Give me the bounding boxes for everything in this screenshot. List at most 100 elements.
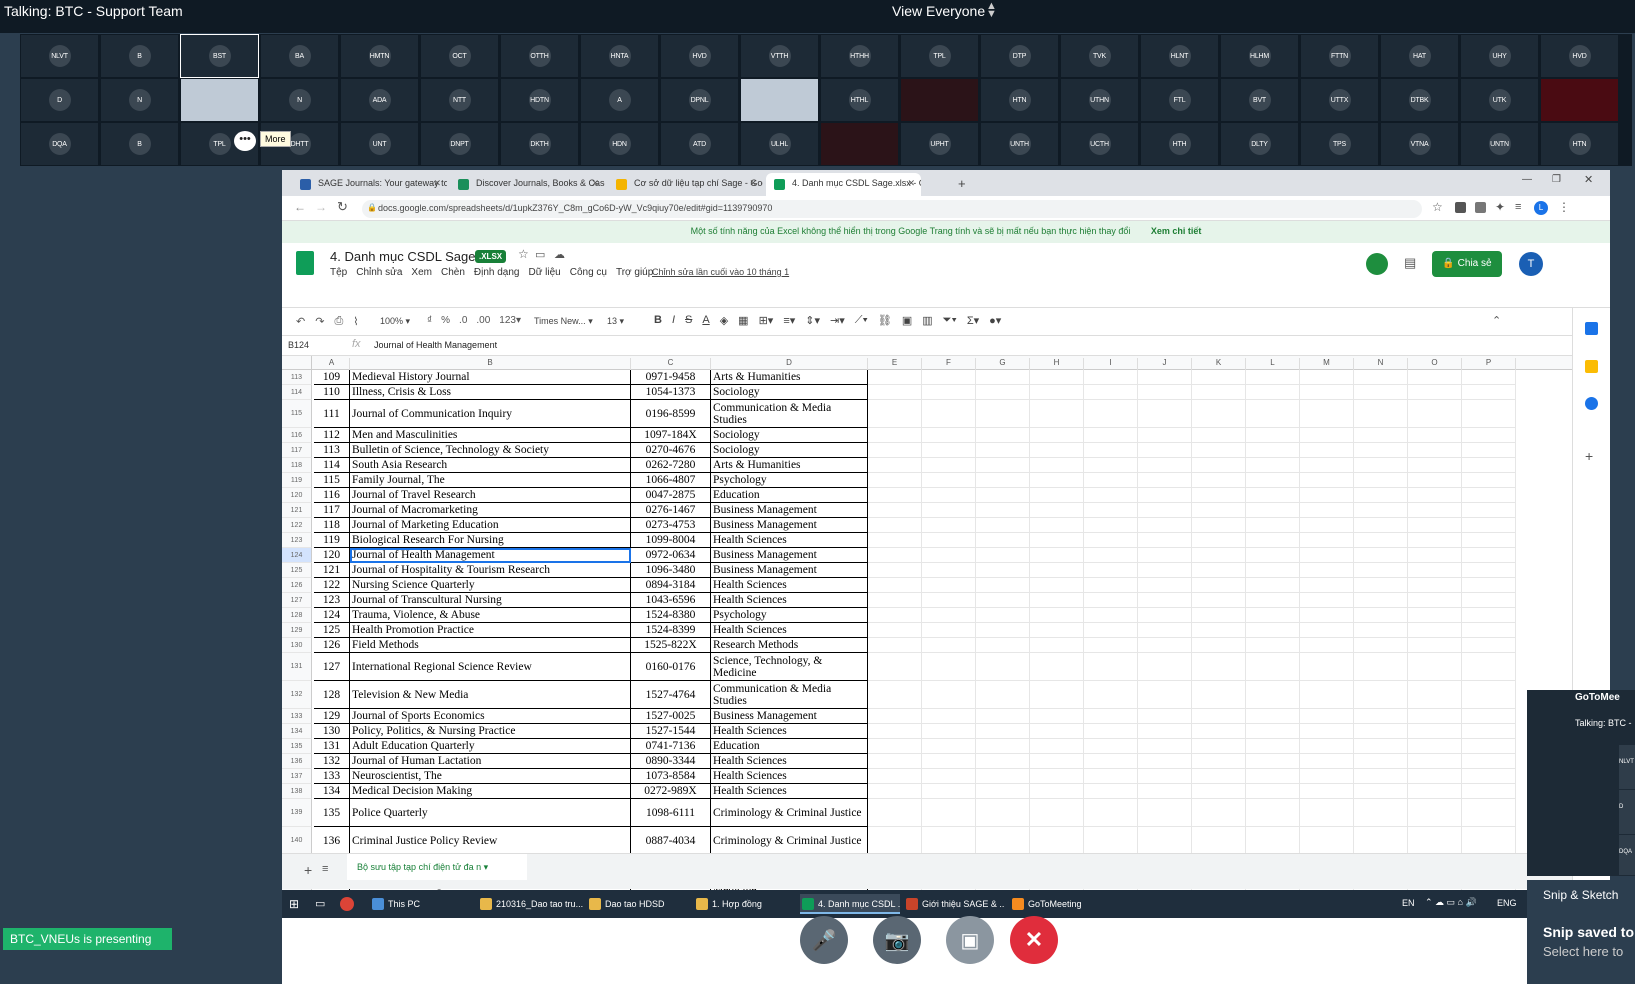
- cloud-icon[interactable]: ☁: [554, 248, 565, 261]
- empty-cell[interactable]: [868, 533, 922, 548]
- empty-cell[interactable]: [1246, 473, 1300, 488]
- empty-cell[interactable]: [922, 443, 976, 458]
- empty-cell[interactable]: [1246, 563, 1300, 578]
- empty-cell[interactable]: [1084, 503, 1138, 518]
- cell-subject[interactable]: Criminology & Criminal Justice: [711, 827, 868, 855]
- empty-cell[interactable]: [1030, 473, 1084, 488]
- empty-cell[interactable]: [1354, 799, 1408, 827]
- cell-no[interactable]: 110: [314, 385, 350, 400]
- cell-subject[interactable]: Health Sciences: [711, 724, 868, 739]
- column-header[interactable]: G: [976, 358, 1030, 370]
- cell-title[interactable]: Journal of Travel Research: [350, 488, 631, 503]
- empty-cell[interactable]: [1246, 681, 1300, 709]
- cell-no[interactable]: 116: [314, 488, 350, 503]
- participant-tile[interactable]: BST: [180, 34, 259, 78]
- cell-title[interactable]: Medical Decision Making: [350, 784, 631, 799]
- empty-cell[interactable]: [1300, 593, 1354, 608]
- empty-cell[interactable]: [1462, 608, 1516, 623]
- menu-item[interactable]: Dữ liệu: [528, 267, 560, 278]
- close-icon[interactable]: ✕: [433, 178, 441, 189]
- empty-cell[interactable]: [1138, 754, 1192, 769]
- participant-tile[interactable]: VTNA: [1380, 122, 1459, 166]
- empty-cell[interactable]: [868, 400, 922, 428]
- empty-cell[interactable]: [1354, 709, 1408, 724]
- column-header[interactable]: H: [1030, 358, 1084, 370]
- participant-tile[interactable]: HTN: [1540, 122, 1619, 166]
- participant-tile[interactable]: [180, 78, 259, 122]
- cell-no[interactable]: 114: [314, 458, 350, 473]
- empty-cell[interactable]: [868, 769, 922, 784]
- empty-cell[interactable]: [1462, 754, 1516, 769]
- empty-cell[interactable]: [1030, 681, 1084, 709]
- empty-cell[interactable]: [1408, 578, 1462, 593]
- cell-title[interactable]: Nursing Science Quarterly: [350, 578, 631, 593]
- taskbar-item[interactable]: 4. Danh mục CSDL ...: [800, 894, 900, 914]
- cell-subject[interactable]: Arts & Humanities: [711, 370, 868, 385]
- empty-cell[interactable]: [1300, 769, 1354, 784]
- cell-no[interactable]: 127: [314, 653, 350, 681]
- empty-cell[interactable]: [922, 799, 976, 827]
- empty-cell[interactable]: [976, 593, 1030, 608]
- empty-cell[interactable]: [1138, 563, 1192, 578]
- empty-cell[interactable]: [922, 709, 976, 724]
- empty-cell[interactable]: [1300, 503, 1354, 518]
- comment-icon[interactable]: ▤: [1404, 255, 1416, 271]
- empty-cell[interactable]: [1030, 593, 1084, 608]
- cell-title[interactable]: Illness, Crisis & Loss: [350, 385, 631, 400]
- empty-cell[interactable]: [1030, 428, 1084, 443]
- row-number[interactable]: 137: [282, 769, 312, 784]
- cell-no[interactable]: 130: [314, 724, 350, 739]
- empty-cell[interactable]: [1462, 623, 1516, 638]
- empty-cell[interactable]: [1300, 739, 1354, 754]
- empty-cell[interactable]: [1462, 400, 1516, 428]
- participant-tile[interactable]: NTT: [420, 78, 499, 122]
- empty-cell[interactable]: [1138, 799, 1192, 827]
- camera-button[interactable]: 📷: [873, 916, 921, 964]
- empty-cell[interactable]: [1192, 518, 1246, 533]
- empty-cell[interactable]: [1408, 473, 1462, 488]
- empty-cell[interactable]: [1354, 593, 1408, 608]
- chrome-icon[interactable]: [340, 897, 354, 911]
- cell-no[interactable]: 135: [314, 799, 350, 827]
- participant-tile[interactable]: HVD: [1540, 34, 1619, 78]
- participant-tile[interactable]: HMTN: [340, 34, 419, 78]
- empty-cell[interactable]: [1246, 739, 1300, 754]
- align-left-icon[interactable]: ≡▾: [783, 314, 795, 327]
- empty-cell[interactable]: [1192, 503, 1246, 518]
- empty-cell[interactable]: [1246, 754, 1300, 769]
- empty-cell[interactable]: [922, 769, 976, 784]
- text-color-icon[interactable]: A: [702, 314, 709, 327]
- tasks-icon[interactable]: [1585, 397, 1598, 410]
- empty-cell[interactable]: [1084, 681, 1138, 709]
- empty-cell[interactable]: [1462, 681, 1516, 709]
- empty-cell[interactable]: [1030, 458, 1084, 473]
- participant-tile[interactable]: TPL: [900, 34, 979, 78]
- empty-cell[interactable]: [1084, 653, 1138, 681]
- empty-cell[interactable]: [922, 385, 976, 400]
- empty-cell[interactable]: [1354, 623, 1408, 638]
- cell-title[interactable]: Men and Masculinities: [350, 428, 631, 443]
- empty-cell[interactable]: [1354, 473, 1408, 488]
- row-number[interactable]: 124: [282, 548, 312, 563]
- cell-issn[interactable]: 1043-6596: [631, 593, 711, 608]
- all-sheets-icon[interactable]: ≡: [322, 863, 328, 875]
- zoom-select[interactable]: 100% ▾: [380, 316, 410, 327]
- empty-cell[interactable]: [976, 443, 1030, 458]
- empty-cell[interactable]: [1084, 709, 1138, 724]
- collapse-toolbar-icon[interactable]: ⌃: [1492, 314, 1501, 327]
- cell-title[interactable]: Journal of Hospitality & Tourism Researc…: [350, 563, 631, 578]
- empty-cell[interactable]: [922, 784, 976, 799]
- row-number[interactable]: 126: [282, 578, 312, 593]
- empty-cell[interactable]: [1084, 623, 1138, 638]
- cell-no[interactable]: 125: [314, 623, 350, 638]
- cell-subject[interactable]: Psychology: [711, 608, 868, 623]
- empty-cell[interactable]: [1030, 623, 1084, 638]
- participant-tile[interactable]: BA: [260, 34, 339, 78]
- redo-icon[interactable]: ↷: [315, 315, 324, 328]
- participant-tile[interactable]: BVT: [1220, 78, 1299, 122]
- empty-cell[interactable]: [976, 385, 1030, 400]
- empty-cell[interactable]: [1192, 754, 1246, 769]
- empty-cell[interactable]: [1300, 548, 1354, 563]
- empty-cell[interactable]: [1030, 370, 1084, 385]
- cell-issn[interactable]: 1099-8004: [631, 533, 711, 548]
